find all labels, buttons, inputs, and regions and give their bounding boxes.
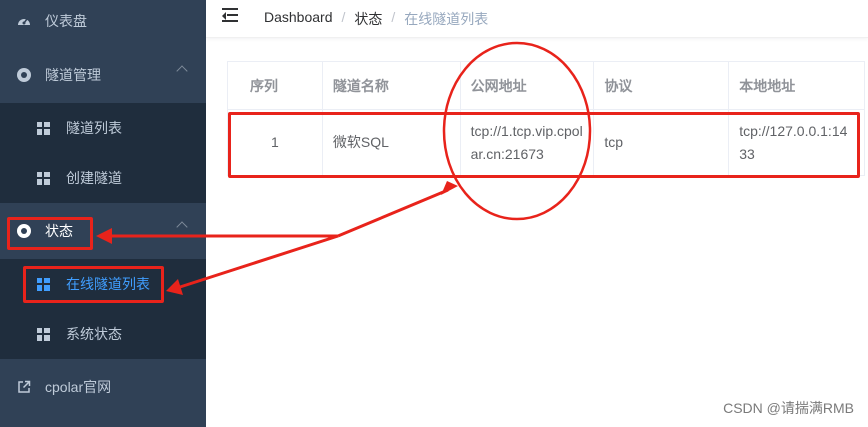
breadcrumb: Dashboard / 状态 / 在线隧道列表 [264, 9, 488, 29]
sidebar-item-tunnel-list[interactable]: 隧道列表 [0, 103, 206, 153]
breadcrumb-item-status[interactable]: 状态 [354, 9, 382, 29]
sidebar-item-label: 隧道列表 [66, 120, 122, 136]
chevron-up-icon[interactable] [176, 65, 188, 77]
sidebar-item-dashboard[interactable]: 仪表盘 [0, 0, 206, 46]
column-header-public-address: 公网地址 [460, 62, 595, 110]
breadcrumb-separator: / [391, 9, 396, 25]
hamburger-icon[interactable] [222, 8, 240, 24]
external-link-icon [16, 379, 32, 395]
column-header-protocol: 协议 [594, 62, 730, 110]
breadcrumb-item-dashboard[interactable]: Dashboard [264, 9, 333, 29]
sidebar-item-label: 创建隧道 [66, 170, 122, 186]
gear-icon [16, 67, 32, 83]
sidebar-item-label: 系统状态 [66, 326, 122, 342]
column-header-index: 序列 [228, 62, 323, 110]
table-header-row: 序列 隧道名称 公网地址 协议 本地地址 [228, 62, 865, 110]
grid-icon [35, 170, 51, 186]
app-window: 仪表盘 隧道管理 隧道列表 创建隧道 状态 在线隧道列表 系统状态 cpolar… [0, 0, 868, 427]
grid-icon [35, 326, 51, 342]
breadcrumb-separator: / [341, 9, 346, 25]
breadcrumb-item-current: 在线隧道列表 [404, 11, 489, 27]
sidebar-item-tunnel-management[interactable]: 隧道管理 [0, 50, 206, 100]
grid-icon [35, 120, 51, 136]
annotation-online-list-highlight [23, 266, 164, 303]
navbar: Dashboard / 状态 / 在线隧道列表 [206, 0, 868, 38]
column-header-name: 隧道名称 [322, 62, 461, 110]
sidebar-item-create-tunnel[interactable]: 创建隧道 [0, 153, 206, 203]
sidebar-item-label: cpolar官网 [45, 379, 112, 395]
annotation-status-highlight [7, 217, 93, 250]
sidebar-item-label: 仪表盘 [45, 13, 87, 29]
watermark: CSDN @请揣满RMB [723, 400, 854, 416]
chevron-up-icon[interactable] [176, 221, 188, 233]
sidebar-item-system-status[interactable]: 系统状态 [0, 309, 206, 359]
sidebar-item-label: 隧道管理 [45, 67, 101, 83]
dashboard-icon [16, 13, 32, 29]
column-header-local-address: 本地地址 [729, 62, 865, 110]
annotation-row-highlight [228, 112, 860, 178]
sidebar: 仪表盘 隧道管理 隧道列表 创建隧道 状态 在线隧道列表 系统状态 cpolar… [0, 0, 206, 427]
sidebar-item-cpolar-site[interactable]: cpolar官网 [0, 362, 206, 412]
